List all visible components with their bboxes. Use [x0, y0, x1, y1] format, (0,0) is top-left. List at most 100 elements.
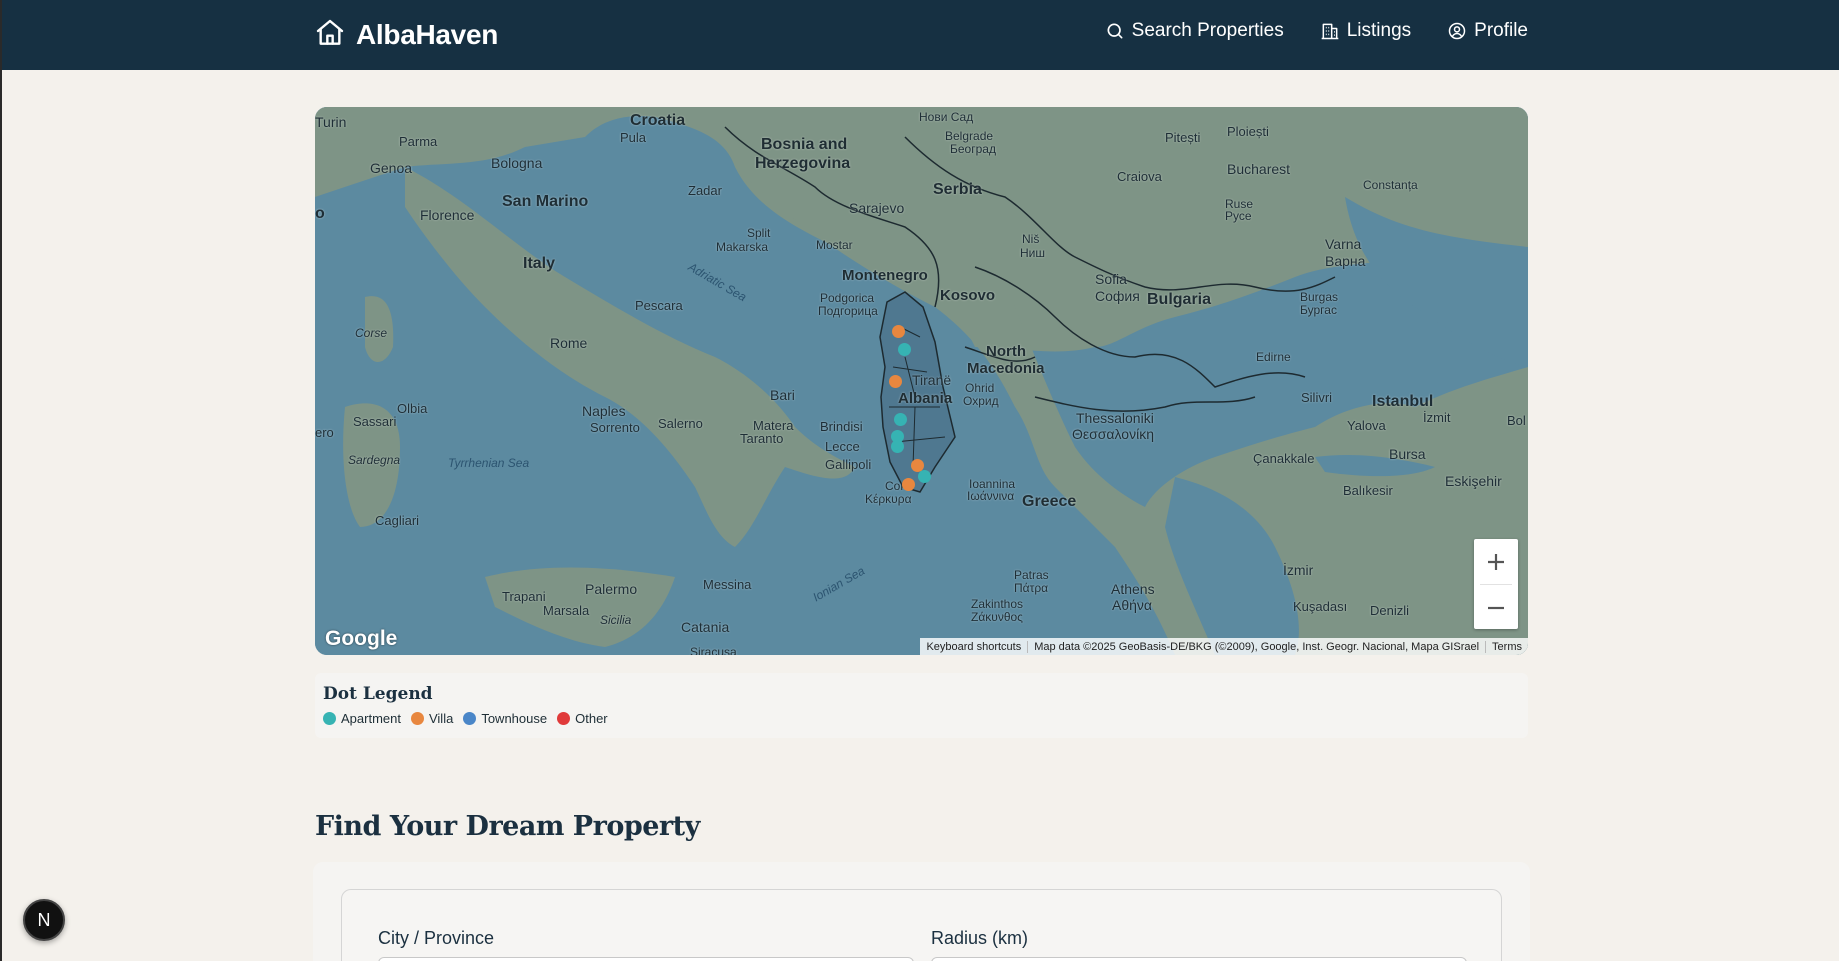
label-sicilia: Sicilia — [600, 613, 632, 627]
radius-label: Radius (km) — [931, 928, 1029, 948]
property-dot-apartment[interactable] — [894, 413, 907, 426]
label-yalova: Yalova — [1347, 418, 1386, 433]
label-bologna: Bologna — [491, 155, 543, 171]
legend-dot-icon — [410, 712, 424, 725]
label-silivri: Silivri — [1301, 390, 1333, 405]
label-constanta: Constanța — [1363, 178, 1418, 192]
google-logo: Google — [325, 627, 398, 650]
label-izmit: İzmit — [1423, 410, 1451, 425]
label-varna-1: Varna — [1325, 236, 1362, 252]
label-palermo: Palermo — [585, 581, 638, 597]
label-serbia: Serbia — [933, 181, 982, 198]
legend-label: Villa — [428, 711, 454, 726]
zoom-in-button[interactable] — [1474, 539, 1518, 584]
keyboard-shortcuts-link[interactable]: Keyboard shortcuts — [920, 641, 1027, 653]
label-naples: Naples — [582, 403, 626, 419]
label-parma: Parma — [399, 134, 438, 149]
house-icon — [314, 17, 346, 54]
label-patras-2: Πάτρα — [1014, 581, 1049, 595]
label-bosnia-2: Herzegovina — [755, 155, 851, 172]
label-brindisi: Brindisi — [820, 419, 863, 434]
label-nis-2: Ниш — [1020, 246, 1045, 260]
property-dot-apartment[interactable] — [891, 440, 904, 453]
label-zakinthos-1: Zakinthos — [971, 597, 1024, 611]
label-thessaloniki-2: Θεσσαλονίκη — [1072, 426, 1154, 442]
label-north-macedonia-1: North — [986, 343, 1026, 360]
nav-listings[interactable]: Listings — [1320, 20, 1411, 42]
label-tyrrhenian-sea: Tyrrhenian Sea — [448, 456, 530, 470]
minus-icon — [1488, 606, 1504, 609]
label-tirane: Tiranë — [912, 372, 952, 388]
legend-items: Apartment Villa Townhouse Other — [323, 711, 1520, 726]
label-san-marino: San Marino — [502, 193, 589, 210]
label-sassari: Sassari — [353, 414, 397, 429]
zoom-out-button[interactable] — [1474, 585, 1518, 630]
label-canakkale: Çanakkale — [1253, 451, 1315, 466]
label-montenegro: Montenegro — [842, 267, 928, 284]
label-nis-1: Niš — [1022, 232, 1040, 246]
brand-name: AlbaHaven — [356, 19, 499, 50]
label-messina: Messina — [703, 577, 752, 592]
label-marsala: Marsala — [543, 603, 590, 618]
label-albania: Albania — [898, 390, 953, 407]
property-dot-apartment[interactable] — [898, 343, 911, 356]
label-pescara: Pescara — [635, 298, 683, 313]
nav-search-properties[interactable]: Search Properties — [1105, 20, 1284, 42]
property-dot-apartment[interactable] — [918, 470, 931, 483]
legend-dot-icon — [323, 712, 336, 725]
building-icon — [1320, 21, 1340, 41]
property-dot-villa[interactable] — [892, 325, 905, 338]
label-kusadasi: Kuşadası — [1293, 599, 1348, 614]
label-ioannina-2: Ιωάννινα — [967, 489, 1015, 503]
dot-legend: Dot Legend Apartment Villa Townhouse Oth… — [315, 673, 1528, 738]
legend-label: Townhouse — [481, 711, 548, 726]
nav-profile[interactable]: Profile — [1447, 20, 1528, 42]
property-dot-villa[interactable] — [902, 478, 915, 491]
dev-tools-badge[interactable]: N — [23, 899, 65, 941]
main-nav: Search Properties Listings Profile — [1105, 20, 1528, 42]
legend-item-villa: Villa — [410, 711, 454, 726]
label-belgrade-1: Belgrade — [945, 129, 994, 143]
label-italy: Italy — [523, 255, 556, 272]
user-circle-icon — [1447, 21, 1467, 41]
legend-item-apartment: Apartment — [323, 711, 401, 726]
label-craiova: Craiova — [1117, 169, 1162, 184]
label-florence: Florence — [420, 207, 475, 223]
brand-logo-link[interactable]: AlbaHaven — [314, 16, 498, 54]
label-belgrade-2: Београд — [950, 142, 996, 156]
label-balikesir: Balıkesir — [1343, 483, 1393, 498]
map-attribution: Keyboard shortcuts Map data ©2025 GeoBas… — [920, 638, 1528, 655]
label-bari: Bari — [770, 387, 795, 403]
label-burgas-2: Бургас — [1300, 303, 1337, 317]
section-title: Find Your Dream Property — [315, 811, 700, 842]
label-cagliari: Cagliari — [375, 513, 420, 528]
city-province-input[interactable] — [378, 957, 914, 961]
nav-label: Listings — [1346, 20, 1412, 41]
label-gallipoli: Gallipoli — [825, 457, 872, 472]
terms-link[interactable]: Terms — [1485, 640, 1528, 653]
label-zakinthos-2: Ζάκυνθος — [971, 610, 1023, 624]
label-ploiesti: Ploiești — [1227, 124, 1269, 139]
search-icon — [1105, 21, 1125, 41]
radius-input[interactable] — [931, 957, 1467, 961]
search-panel: City / Province Radius (km) — [313, 862, 1530, 961]
label-corfu-2: Κέρκυρα — [865, 492, 912, 506]
label-lecce: Lecce — [825, 439, 860, 454]
property-dot-villa[interactable] — [889, 375, 902, 388]
label-siracusa: Siracusa — [690, 645, 737, 655]
property-map[interactable]: Croatia Bosnia and Herzegovina Serbia It… — [315, 107, 1528, 655]
label-edge-ero: ero — [315, 425, 334, 440]
label-sofia-2: София — [1095, 288, 1140, 304]
label-athens-2: Αθήνα — [1112, 597, 1153, 613]
label-bursa: Bursa — [1389, 446, 1426, 462]
label-denizli: Denizli — [1370, 603, 1410, 618]
label-trapani: Trapani — [502, 589, 546, 604]
label-north-macedonia-2: Macedonia — [967, 360, 1045, 377]
label-bolu: Bol — [1507, 413, 1526, 428]
label-catania: Catania — [681, 619, 730, 635]
label-bosnia-1: Bosnia and — [761, 136, 848, 153]
legend-item-other: Other — [557, 711, 608, 726]
label-edge-o: o — [315, 205, 325, 222]
label-sarajevo: Sarajevo — [849, 200, 905, 216]
legend-label: Apartment — [341, 711, 401, 726]
